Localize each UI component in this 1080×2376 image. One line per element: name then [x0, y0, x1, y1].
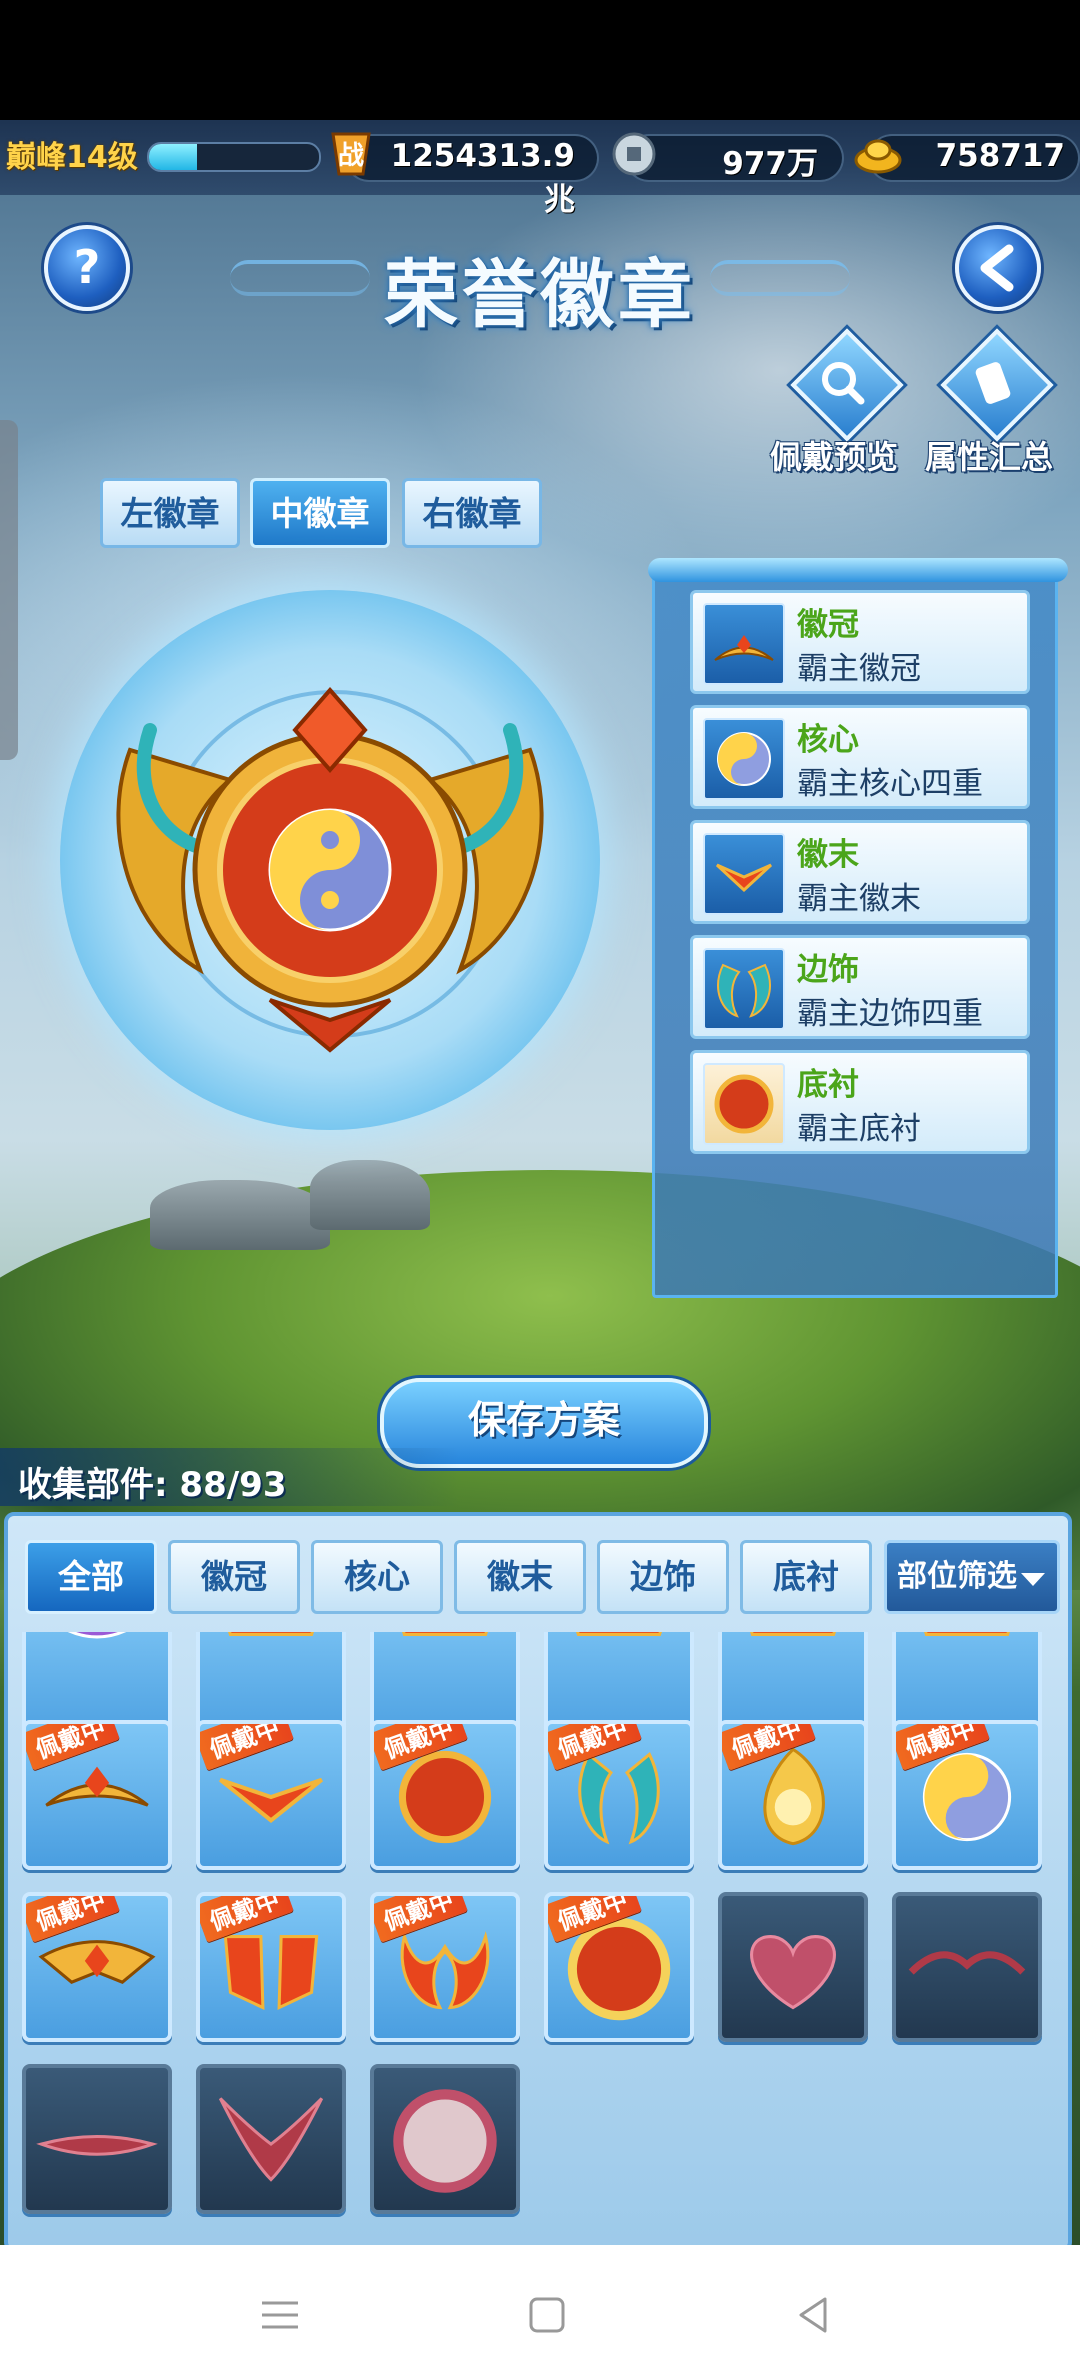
tab-right-badge[interactable]: 右徽章 — [402, 478, 542, 548]
attribute-summary-label: 属性汇总 — [925, 438, 1054, 476]
part-icon — [717, 963, 771, 1018]
filter-tab[interactable]: 底衬 — [740, 1540, 872, 1614]
scroll-icon — [975, 362, 1011, 404]
side-drawer-handle[interactable] — [0, 420, 18, 760]
part-name: 霸主边饰四重 — [797, 996, 983, 1032]
filter-tab[interactable]: 徽末 — [454, 1540, 586, 1614]
tab-left-badge[interactable]: 左徽章 — [100, 478, 240, 548]
chevron-down-icon — [1021, 1573, 1045, 1586]
part-thumbnail — [703, 718, 785, 800]
part-name: 霸主徽冠 — [797, 651, 921, 687]
peak-level: 巅峰14级 — [6, 140, 138, 175]
status-bar — [0, 0, 1080, 120]
part-slot[interactable]: 佩戴中 — [370, 1720, 520, 1870]
part-slot[interactable]: 佩戴中 — [544, 1892, 694, 2042]
back-triangle-icon[interactable] — [783, 2285, 843, 2345]
background-rock — [150, 1180, 330, 1250]
filter-tab[interactable]: 边饰 — [597, 1540, 729, 1614]
exp-bar — [147, 142, 321, 172]
part-slot[interactable]: 佩戴中 — [718, 1720, 868, 1870]
part-filter-label: 部位筛选 — [897, 1559, 1017, 1594]
part-icon — [393, 2089, 497, 2193]
part-row[interactable]: 徽末 霸主徽末 — [690, 820, 1030, 924]
background-rock — [310, 1160, 430, 1230]
part-category: 边饰 — [797, 952, 859, 988]
parts-panel-header — [648, 558, 1068, 582]
honor-badge-emblem — [116, 686, 544, 1053]
filter-tab[interactable]: 徽冠 — [168, 1540, 300, 1614]
magnifier-icon — [822, 362, 865, 405]
part-thumbnail — [703, 948, 785, 1030]
part-slot[interactable]: 佩戴中 — [544, 1720, 694, 1870]
wear-preview-button[interactable]: 佩戴预览 — [770, 328, 904, 476]
silver-value: 977万 — [722, 146, 818, 182]
part-grid[interactable]: 佩戴中 佩戴中 佩戴中 佩戴中 佩戴中 佩戴中 佩戴中 佩戴中 佩戴中 佩戴中 — [22, 1632, 1062, 2232]
resource-bar: 巅峰14级 战 1254313.9兆 977万 758717 — [0, 120, 1080, 218]
part-slot[interactable]: 佩戴中 — [196, 1892, 346, 2042]
filter-tab[interactable]: 全部 — [25, 1540, 157, 1614]
menu-icon[interactable] — [250, 2285, 310, 2345]
part-name: 霸主徽末 — [797, 881, 921, 917]
part-thumbnail — [703, 1063, 785, 1145]
part-slot-unowned[interactable] — [370, 2064, 520, 2214]
part-slot[interactable]: 佩戴中 — [370, 1892, 520, 2042]
part-icon — [750, 1935, 836, 2010]
part-thumbnail — [703, 603, 785, 685]
part-slot-unowned[interactable] — [718, 1892, 868, 2042]
wear-preview-label: 佩戴预览 — [770, 438, 899, 476]
help-button[interactable]: ? — [44, 225, 130, 311]
part-name: 霸主核心四重 — [797, 766, 983, 802]
part-name: 霸主底衬 — [797, 1111, 921, 1147]
part-icon — [714, 635, 774, 661]
home-icon[interactable] — [517, 2285, 577, 2345]
part-slot-unowned[interactable] — [892, 1892, 1042, 2042]
tab-middle-badge[interactable]: 中徽章 — [250, 478, 390, 548]
badge-display — [60, 590, 600, 1130]
part-category: 底衬 — [797, 1067, 859, 1103]
part-filter-dropdown[interactable]: 部位筛选 — [884, 1540, 1060, 1614]
part-slot-unowned[interactable] — [22, 2064, 172, 2214]
page-title: 荣誉徽章 — [384, 252, 696, 338]
part-icon — [715, 863, 773, 893]
part-category: 徽冠 — [797, 607, 859, 643]
part-row[interactable]: 徽冠 霸主徽冠 — [690, 590, 1030, 694]
part-row[interactable]: 核心 霸主核心四重 — [690, 705, 1030, 809]
part-icon — [717, 732, 771, 786]
back-button[interactable] — [955, 225, 1041, 311]
gold-ingot-icon — [854, 139, 902, 174]
part-icon — [36, 2135, 158, 2156]
filter-tab[interactable]: 核心 — [311, 1540, 443, 1614]
part-icon — [908, 1951, 1026, 1975]
title-banner: 荣誉徽章 — [230, 215, 850, 338]
part-slot[interactable]: 佩戴中 — [22, 1892, 172, 2042]
part-slot[interactable]: 佩戴中 — [196, 1720, 346, 1870]
part-slot[interactable]: 佩戴中 — [892, 1720, 1042, 1870]
part-slot-unowned[interactable] — [196, 2064, 346, 2214]
part-thumbnail — [703, 833, 785, 915]
part-slot[interactable]: 佩戴中 — [22, 1720, 172, 1870]
exp-bar-fill — [149, 144, 197, 170]
part-row[interactable]: 边饰 霸主边饰四重 — [690, 935, 1030, 1039]
game-screen: 巅峰14级 战 1254313.9兆 977万 758717 ? 荣誉徽章 佩戴… — [0, 120, 1080, 2245]
part-row[interactable]: 底衬 霸主底衬 — [690, 1050, 1030, 1154]
part-icon — [714, 1074, 774, 1134]
part-icon — [218, 2097, 324, 2182]
part-category: 徽末 — [797, 837, 859, 873]
combat-power-value: 1254313.9兆 — [390, 138, 575, 218]
part-category: 核心 — [797, 722, 859, 758]
back-arrow-icon — [980, 244, 1014, 292]
gold-value: 758717 — [935, 138, 1065, 174]
collection-count: 收集部件: 88/93 — [18, 1465, 287, 1505]
system-nav-bar — [0, 2245, 1080, 2376]
attribute-summary-button[interactable]: 属性汇总 — [925, 328, 1054, 476]
